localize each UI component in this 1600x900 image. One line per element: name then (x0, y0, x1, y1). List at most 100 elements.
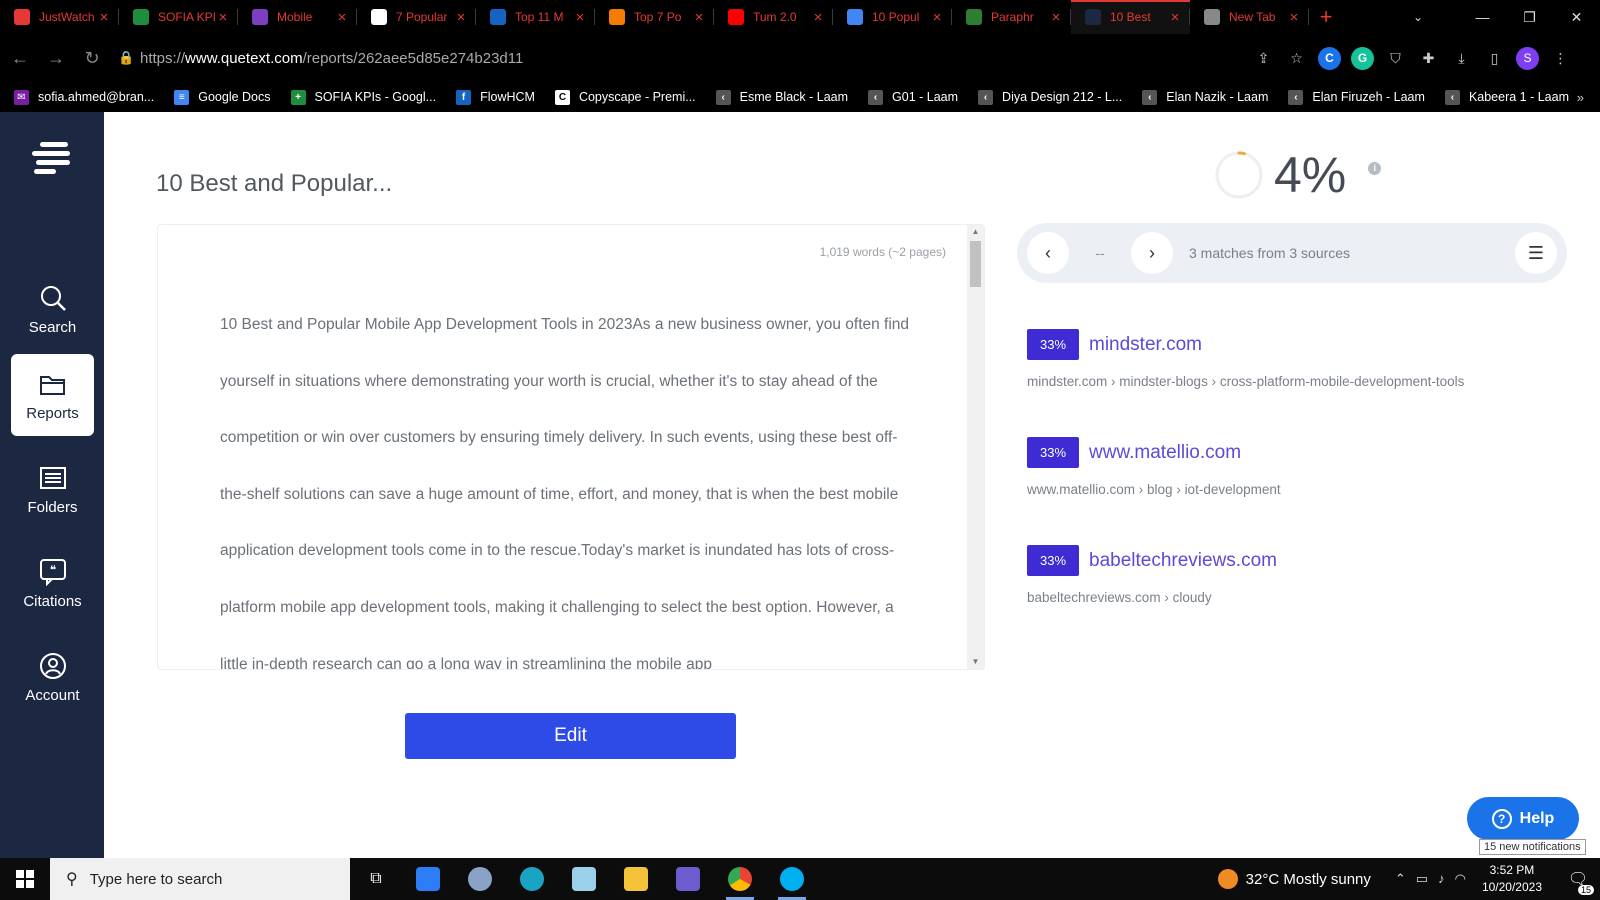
wifi-icon[interactable]: ◠ (1455, 871, 1466, 887)
magnifier-icon (38, 283, 68, 313)
shield-extension-icon[interactable]: ⛉ (1384, 47, 1407, 70)
close-icon[interactable]: × (216, 9, 230, 26)
bookmark-item[interactable]: ‹ Diya Design 212 - L... (978, 89, 1122, 105)
browser-tab[interactable]: Mobile × (238, 0, 357, 34)
close-icon[interactable]: × (97, 9, 111, 26)
scroll-down-icon[interactable]: ▼ (967, 655, 984, 669)
browser-tab[interactable]: 7 Popular × (357, 0, 476, 34)
taskbar-clock[interactable]: 3:52 PM 10/20/2023 (1482, 862, 1542, 896)
browser-tab[interactable]: SOFIA KPIs × (119, 0, 238, 34)
browser-tab[interactable]: Tum 2.0 × (714, 0, 833, 34)
sidebar-item-account[interactable]: Account (11, 636, 94, 718)
bookmark-item[interactable]: C Copyscape - Premi... (554, 89, 696, 105)
volume-icon[interactable]: ♪ (1438, 871, 1445, 887)
bookmark-star-icon[interactable]: ☆ (1285, 47, 1308, 70)
taskbar-search-input[interactable]: ⚲ Type here to search (50, 858, 350, 900)
close-icon[interactable]: × (454, 9, 468, 26)
browser-tab[interactable]: 10 Popul × (833, 0, 952, 34)
close-icon[interactable]: × (1168, 9, 1182, 26)
close-icon[interactable]: × (335, 9, 349, 26)
help-button[interactable]: ? Help (1467, 797, 1579, 840)
browser-tab[interactable]: JustWatch × (0, 0, 119, 34)
close-icon[interactable]: × (573, 9, 587, 26)
copyscape-extension-icon[interactable]: C (1318, 46, 1341, 70)
bookmark-item[interactable]: f FlowHCM (456, 89, 535, 105)
bookmark-item[interactable]: ≡ Google Docs (174, 89, 271, 105)
edit-button[interactable]: Edit (405, 713, 736, 759)
lock-icon[interactable]: 🔒 (118, 50, 140, 66)
back-icon[interactable]: ← (4, 42, 36, 74)
store-icon[interactable] (402, 858, 454, 900)
download-icon[interactable]: ⤓ (1450, 47, 1473, 70)
bookmark-item[interactable]: + SOFIA KPIs - Googl... (290, 89, 436, 105)
file-explorer-icon[interactable] (610, 858, 662, 900)
close-icon[interactable]: × (692, 9, 706, 26)
weather-app-icon[interactable] (454, 858, 506, 900)
bookmark-item[interactable]: ‹ Elan Nazik - Laam (1142, 89, 1268, 105)
chrome-taskbar-icon[interactable] (714, 858, 766, 900)
match-percent-badge[interactable]: 33% (1027, 329, 1079, 360)
close-icon[interactable]: × (1287, 9, 1301, 26)
source-domain-link[interactable]: babeltechreviews.com (1089, 550, 1277, 572)
bookmark-label: Google Docs (198, 90, 271, 104)
sidebar-item-folders[interactable]: Folders (11, 448, 94, 530)
bookmark-item[interactable]: ‹ Elan Firuzeh - Laam (1288, 89, 1425, 105)
tab-title: Top 11 M (515, 10, 564, 24)
close-icon[interactable]: × (930, 9, 944, 26)
notification-center-icon[interactable]: 🗨 15 (1556, 858, 1600, 900)
sidebar-item-search[interactable]: Search (11, 268, 94, 350)
tab-search-chevron-icon[interactable]: ⌄ (1401, 0, 1435, 34)
bookmark-item[interactable]: ‹ Kabeera 1 - Laam (1444, 89, 1569, 105)
match-percent-badge[interactable]: 33% (1027, 437, 1079, 468)
chevron-up-icon[interactable]: ⌃ (1395, 871, 1406, 887)
side-panel-icon[interactable]: ▯ (1483, 47, 1506, 70)
address-bar[interactable]: 🔒 https://www.quetext.com/reports/262aee… (118, 42, 1198, 74)
bookmark-item[interactable]: ‹ G01 - Laam (868, 89, 958, 105)
grammarly-extension-icon[interactable]: G (1351, 46, 1374, 70)
breadcrumb-separator-icon: › (1135, 482, 1148, 497)
close-icon[interactable]: × (1049, 9, 1063, 26)
sidebar-item-reports[interactable]: Reports (11, 354, 94, 436)
scroll-up-icon[interactable]: ▲ (967, 225, 984, 239)
chrome-menu-icon[interactable]: ⋮ (1549, 47, 1572, 70)
menu-button[interactable]: ☰ (1515, 232, 1557, 274)
document-viewer[interactable]: 1,019 words (~2 pages) 10 Best and Popul… (157, 224, 985, 670)
browser-tab[interactable]: Top 7 Po × (595, 0, 714, 34)
battery-icon[interactable]: ▭ (1416, 871, 1428, 887)
forward-icon[interactable]: → (40, 42, 72, 74)
bookmark-item[interactable]: ✉ sofia.ahmed@bran... (14, 89, 154, 105)
weather-widget[interactable]: 32°C Mostly sunny (1217, 869, 1371, 889)
extensions-puzzle-icon[interactable]: ✚ (1417, 47, 1440, 70)
quetext-logo-icon[interactable] (32, 142, 72, 178)
notes-icon[interactable] (558, 858, 610, 900)
browser-tab[interactable]: 10 Best × (1071, 0, 1190, 34)
sidebar-item-citations[interactable]: ❝ Citations (11, 542, 94, 624)
source-domain-link[interactable]: mindster.com (1089, 334, 1202, 356)
profile-avatar[interactable]: S (1516, 46, 1539, 70)
windows-start-icon[interactable] (0, 858, 50, 900)
edge-icon[interactable] (506, 858, 558, 900)
close-window-icon[interactable]: ✕ (1553, 0, 1600, 34)
previous-match-button[interactable]: ‹ (1027, 232, 1069, 274)
share-icon[interactable]: ⇪ (1252, 47, 1275, 70)
bookmark-item[interactable]: ‹ Esme Black - Laam (715, 89, 848, 105)
info-icon[interactable]: i (1368, 161, 1382, 175)
reload-icon[interactable]: ↻ (76, 42, 108, 74)
next-match-button[interactable]: › (1131, 232, 1173, 274)
new-tab-button[interactable]: + (1309, 0, 1343, 34)
skype-icon[interactable] (766, 858, 818, 900)
teams-icon[interactable] (662, 858, 714, 900)
minimize-icon[interactable]: — (1459, 0, 1506, 34)
breadcrumb-separator-icon: › (1160, 590, 1173, 605)
scroll-thumb[interactable] (970, 241, 981, 287)
browser-tab[interactable]: New Tab × (1190, 0, 1309, 34)
bookmarks-overflow-icon[interactable]: » (1577, 82, 1584, 112)
document-scrollbar[interactable]: ▲ ▼ (967, 225, 984, 669)
browser-tab[interactable]: Top 11 M × (476, 0, 595, 34)
match-percent-badge[interactable]: 33% (1027, 545, 1079, 576)
source-domain-link[interactable]: www.matellio.com (1089, 442, 1241, 464)
restore-icon[interactable]: ❐ (1506, 0, 1553, 34)
task-view-icon[interactable]: ⧉ (350, 858, 402, 900)
browser-tab[interactable]: Paraphr × (952, 0, 1071, 34)
close-icon[interactable]: × (811, 9, 825, 26)
